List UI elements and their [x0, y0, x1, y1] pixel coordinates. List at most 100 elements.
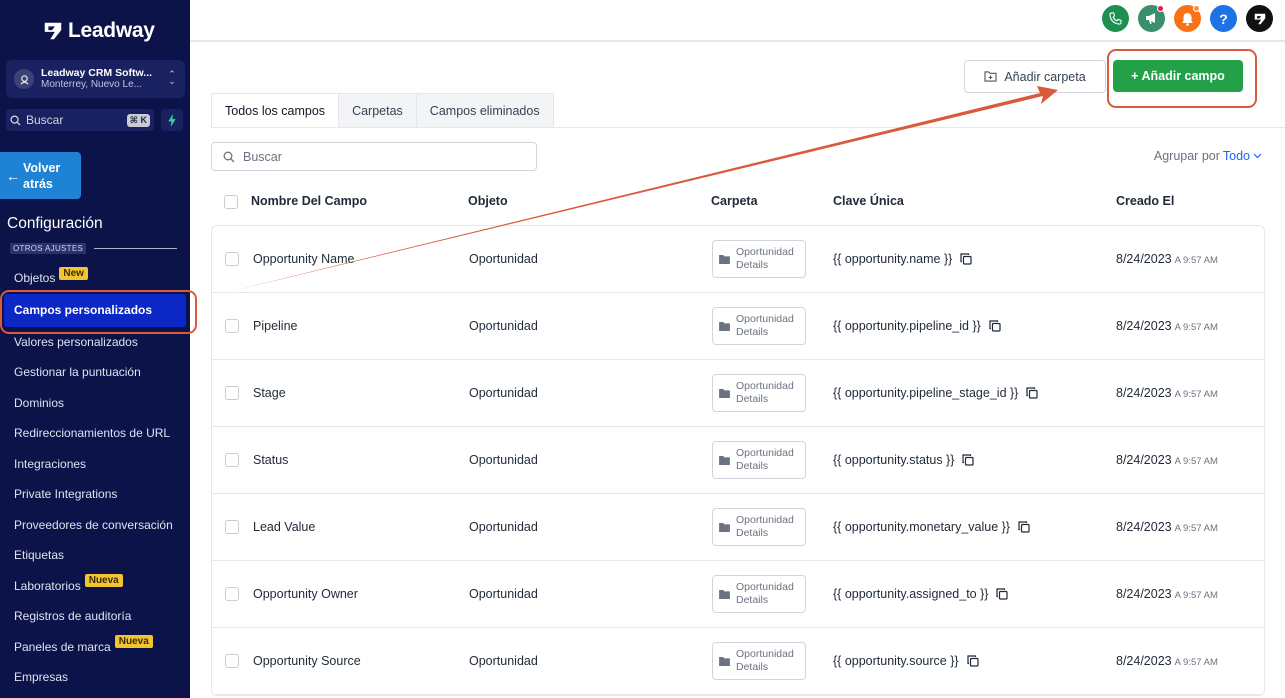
copy-icon[interactable] — [966, 655, 979, 667]
row-checkbox[interactable] — [225, 386, 239, 400]
folder-plus-icon — [984, 71, 997, 82]
announcements-button[interactable] — [1138, 5, 1165, 32]
table-row[interactable]: Pipeline Oportunidad Oportunidad Details … — [212, 293, 1264, 360]
header-unique-key[interactable]: Clave Única — [833, 194, 904, 208]
search-icon — [223, 151, 235, 162]
copy-icon[interactable] — [1018, 521, 1030, 533]
leadway-logo-icon — [44, 22, 62, 40]
tab-campos-eliminados[interactable]: Campos eliminados — [416, 93, 554, 128]
search-icon — [10, 114, 21, 126]
folder-chip[interactable]: Oportunidad Details — [712, 240, 806, 278]
quick-action-button[interactable] — [161, 109, 183, 131]
folder-name-1: Oportunidad — [736, 581, 794, 593]
unique-key: {{ opportunity.monetary_value }} — [833, 520, 1030, 534]
folder-name-2: Details — [736, 594, 769, 606]
folder-chip[interactable]: Oportunidad Details — [712, 508, 806, 546]
header-object[interactable]: Objeto — [468, 194, 508, 208]
field-name[interactable]: Stage — [253, 386, 286, 400]
row-checkbox[interactable] — [225, 654, 239, 668]
table-row[interactable]: Stage Oportunidad Oportunidad Details {{ … — [212, 360, 1264, 427]
sidebar-item-redireccionamientos[interactable]: Redireccionamientos de URL — [0, 418, 190, 449]
sidebar-item-paneles-marca[interactable]: Paneles de marca Nueva — [0, 632, 190, 663]
sidebar-item-puntuacion[interactable]: Gestionar la puntuación — [0, 357, 190, 388]
copy-icon[interactable] — [989, 320, 1001, 332]
tabs-divider — [211, 127, 1285, 128]
tab-carpetas[interactable]: Carpetas — [339, 93, 417, 128]
sidebar-item-dominios[interactable]: Dominios — [0, 388, 190, 419]
row-checkbox[interactable] — [225, 453, 239, 467]
account-name: Leadway CRM Softw... — [41, 67, 153, 79]
field-name[interactable]: Opportunity Owner — [253, 587, 358, 601]
brand-logo[interactable]: Leadway — [42, 18, 155, 44]
copy-icon[interactable] — [996, 588, 1009, 600]
unique-key: {{ opportunity.pipeline_stage_id }} — [833, 386, 1038, 400]
row-checkbox[interactable] — [225, 319, 239, 333]
add-folder-button[interactable]: Añadir carpeta — [964, 60, 1106, 93]
field-object: Oportunidad — [469, 386, 538, 400]
sidebar-item-empresas[interactable]: Empresas — [0, 662, 190, 693]
folder-chip[interactable]: Oportunidad Details — [712, 307, 806, 345]
add-field-label: + Añadir campo — [1131, 69, 1225, 83]
table-row[interactable]: Opportunity Owner Oportunidad Oportunida… — [212, 561, 1264, 628]
sidebar-item-valores-personalizados[interactable]: Valores personalizados — [0, 327, 190, 358]
sidebar-item-private-integrations[interactable]: Private Integrations — [0, 479, 190, 510]
sidebar-item-objetos[interactable]: Objetos New — [0, 263, 190, 294]
group-by-dropdown[interactable]: Agrupar por Todo — [1154, 149, 1262, 163]
table-row[interactable]: Opportunity Name Oportunidad Oportunidad… — [212, 226, 1264, 293]
row-checkbox[interactable] — [225, 520, 239, 534]
created-date: 8/24/2023 A 9:57 AM — [1116, 319, 1218, 333]
unique-key-text: {{ opportunity.name }} — [833, 252, 953, 266]
table-row[interactable]: Lead Value Oportunidad Oportunidad Detail… — [212, 494, 1264, 561]
created-date-value: 8/24/2023 — [1116, 587, 1172, 601]
field-name[interactable]: Pipeline — [253, 319, 297, 333]
field-name[interactable]: Status — [253, 453, 288, 467]
sidebar-item-laboratorios[interactable]: Laboratorios Nueva — [0, 571, 190, 602]
created-date: 8/24/2023 A 9:57 AM — [1116, 252, 1218, 266]
sidebar-item-registros-auditoria[interactable]: Registros de auditoría — [0, 601, 190, 632]
add-field-button[interactable]: + Añadir campo — [1113, 60, 1243, 92]
sidebar-item-proveedores[interactable]: Proveedores de conversación — [0, 510, 190, 541]
table-row[interactable]: Opportunity Source Oportunidad Oportunid… — [212, 628, 1264, 695]
row-checkbox[interactable] — [225, 252, 239, 266]
header-folder[interactable]: Carpeta — [711, 194, 758, 208]
table-row[interactable]: Status Oportunidad Oportunidad Details {{… — [212, 427, 1264, 494]
tab-todos-los-campos[interactable]: Todos los campos — [211, 93, 340, 128]
sidebar-item-campos-personalizados[interactable]: Campos personalizados — [4, 293, 186, 327]
notifications-button[interactable] — [1174, 5, 1201, 32]
folder-chip[interactable]: Oportunidad Details — [712, 441, 806, 479]
help-button[interactable]: ? — [1210, 5, 1237, 32]
row-checkbox[interactable] — [225, 587, 239, 601]
back-label-2: atrás — [23, 176, 53, 191]
folder-name-2: Details — [736, 259, 769, 271]
created-date: 8/24/2023 A 9:57 AM — [1116, 386, 1218, 400]
select-all-checkbox[interactable] — [224, 195, 238, 209]
created-time: A 9:57 AM — [1174, 590, 1218, 601]
phone-button[interactable] — [1102, 5, 1129, 32]
header-field-name[interactable]: Nombre Del Campo — [251, 194, 367, 208]
folder-chip[interactable]: Oportunidad Details — [712, 374, 806, 412]
fields-table: Opportunity Name Oportunidad Oportunidad… — [211, 225, 1265, 696]
field-object: Oportunidad — [469, 252, 538, 266]
back-label-1: Volver — [23, 160, 61, 175]
sidebar-search[interactable]: Buscar ⌘ K — [6, 109, 154, 131]
copy-icon[interactable] — [960, 253, 972, 265]
field-name[interactable]: Opportunity Name — [253, 252, 354, 266]
created-time: A 9:57 AM — [1174, 523, 1218, 534]
profile-button[interactable] — [1246, 5, 1273, 32]
chevron-down-icon — [1253, 153, 1262, 159]
copy-icon[interactable] — [962, 454, 974, 466]
field-name[interactable]: Opportunity Source — [253, 654, 361, 668]
sidebar-item-label: Redireccionamientos de URL — [14, 426, 171, 441]
back-button[interactable]: ← Volver atrás — [0, 152, 81, 199]
header-created[interactable]: Creado El — [1116, 194, 1174, 208]
folder-chip[interactable]: Oportunidad Details — [712, 575, 806, 613]
account-switcher[interactable]: Leadway CRM Softw... Monterrey, Nuevo Le… — [6, 60, 185, 98]
copy-icon[interactable] — [1026, 387, 1038, 399]
sidebar-item-integraciones[interactable]: Integraciones — [0, 449, 190, 480]
add-folder-label: Añadir carpeta — [1004, 69, 1086, 84]
group-by-value: Todo — [1222, 149, 1250, 163]
field-name[interactable]: Lead Value — [253, 520, 315, 534]
fields-search-input[interactable]: Buscar — [211, 142, 537, 171]
folder-chip[interactable]: Oportunidad Details — [712, 642, 806, 680]
sidebar-item-etiquetas[interactable]: Etiquetas — [0, 540, 190, 571]
